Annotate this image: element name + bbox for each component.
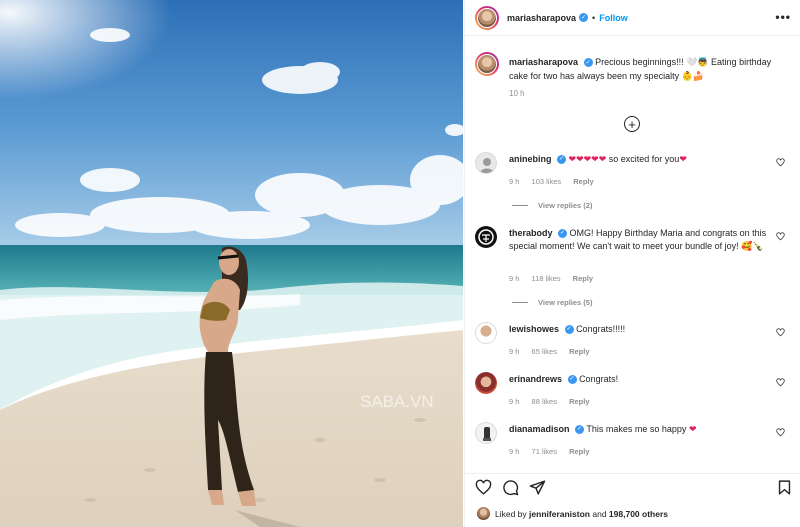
like-comment-icon[interactable] xyxy=(776,232,785,241)
watermark: SABA.VN xyxy=(360,392,434,411)
like-comment-icon[interactable] xyxy=(776,158,785,167)
comment-emoji: ❤ xyxy=(679,154,687,164)
commenter-avatar[interactable] xyxy=(475,422,497,444)
caption-username[interactable]: mariasharapova xyxy=(509,57,578,67)
comment-time: 9 h xyxy=(509,447,520,456)
comment-time: 9 h xyxy=(509,177,520,186)
load-more-comments-icon[interactable]: + xyxy=(624,116,640,132)
comment-text: so excited for you xyxy=(608,154,680,164)
comment-text: Congrats! xyxy=(579,374,619,384)
verified-icon: ✓ xyxy=(558,229,568,239)
comment-username[interactable]: therabody xyxy=(509,228,553,238)
post-sidebar: mariasharapova ✓ • Follow ••• mariashara… xyxy=(464,0,800,527)
reply-button[interactable]: Reply xyxy=(573,177,593,186)
commenter-avatar[interactable] xyxy=(475,226,497,248)
post-actions: Liked by jenniferaniston and 198,700 oth… xyxy=(465,473,800,527)
author-username[interactable]: mariasharapova xyxy=(507,13,576,23)
others-count[interactable]: 198,700 others xyxy=(609,509,668,519)
author-avatar[interactable] xyxy=(475,5,499,30)
verified-icon: ✓ xyxy=(567,375,577,385)
likes-summary: Liked by jenniferaniston and 198,700 oth… xyxy=(477,507,668,520)
comment-username[interactable]: lewishowes xyxy=(509,324,559,334)
like-icon[interactable] xyxy=(475,479,492,496)
beach-photo: SABA.VN xyxy=(0,0,463,527)
comment-likes[interactable]: 103 likes xyxy=(532,177,562,186)
commenter-avatar[interactable] xyxy=(475,372,497,394)
reply-button[interactable]: Reply xyxy=(569,447,589,456)
reply-button[interactable]: Reply xyxy=(569,347,589,356)
like-comment-icon[interactable] xyxy=(776,328,785,337)
comment-likes[interactable]: 71 likes xyxy=(532,447,557,456)
share-icon[interactable] xyxy=(529,479,546,496)
comment-icon[interactable] xyxy=(502,479,519,496)
post-header: mariasharapova ✓ • Follow ••• xyxy=(465,0,800,36)
more-options-icon[interactable]: ••• xyxy=(775,10,791,24)
follow-button[interactable]: Follow xyxy=(599,13,628,23)
comment-time: 9 h xyxy=(509,347,520,356)
separator-dot: • xyxy=(592,12,596,23)
reply-button[interactable]: Reply xyxy=(573,274,593,283)
comment-emoji: ❤ xyxy=(688,424,697,434)
like-comment-icon[interactable] xyxy=(776,428,785,437)
view-replies-button[interactable]: View replies (5) xyxy=(512,298,592,307)
verified-icon: ✓ xyxy=(583,58,593,68)
reply-button[interactable]: Reply xyxy=(569,397,589,406)
comment-username[interactable]: dianamadison xyxy=(509,424,570,434)
liker-avatar[interactable] xyxy=(477,507,490,520)
verified-icon: ✓ xyxy=(575,425,585,435)
caption-time: 10 h xyxy=(509,89,525,98)
like-comment-icon[interactable] xyxy=(776,378,785,387)
caption-avatar[interactable] xyxy=(475,52,499,76)
verified-icon: ✓ xyxy=(579,13,589,22)
save-icon[interactable] xyxy=(776,479,793,496)
comment-text: Congrats!!!!! xyxy=(576,324,626,334)
comment-likes[interactable]: 118 likes xyxy=(532,274,561,283)
verified-icon: ✓ xyxy=(564,325,574,335)
verified-icon: ✓ xyxy=(557,155,567,165)
view-replies-button[interactable]: View replies (2) xyxy=(512,201,592,210)
comment-username[interactable]: erinandrews xyxy=(509,374,562,384)
comment-time: 9 h xyxy=(509,397,520,406)
liker-username[interactable]: jenniferaniston xyxy=(529,509,590,519)
comment-likes[interactable]: 65 likes xyxy=(532,347,557,356)
comment-time: 9 h xyxy=(509,274,520,283)
comment-text: This makes me so happy xyxy=(586,424,687,434)
commenter-avatar[interactable] xyxy=(475,152,497,174)
comment-likes[interactable]: 88 likes xyxy=(532,397,557,406)
commenter-avatar[interactable] xyxy=(475,322,497,344)
comment-emoji: ❤❤❤❤❤ xyxy=(568,154,607,164)
comment-username[interactable]: aninebing xyxy=(509,154,552,164)
post-photo: SABA.VN xyxy=(0,0,463,527)
